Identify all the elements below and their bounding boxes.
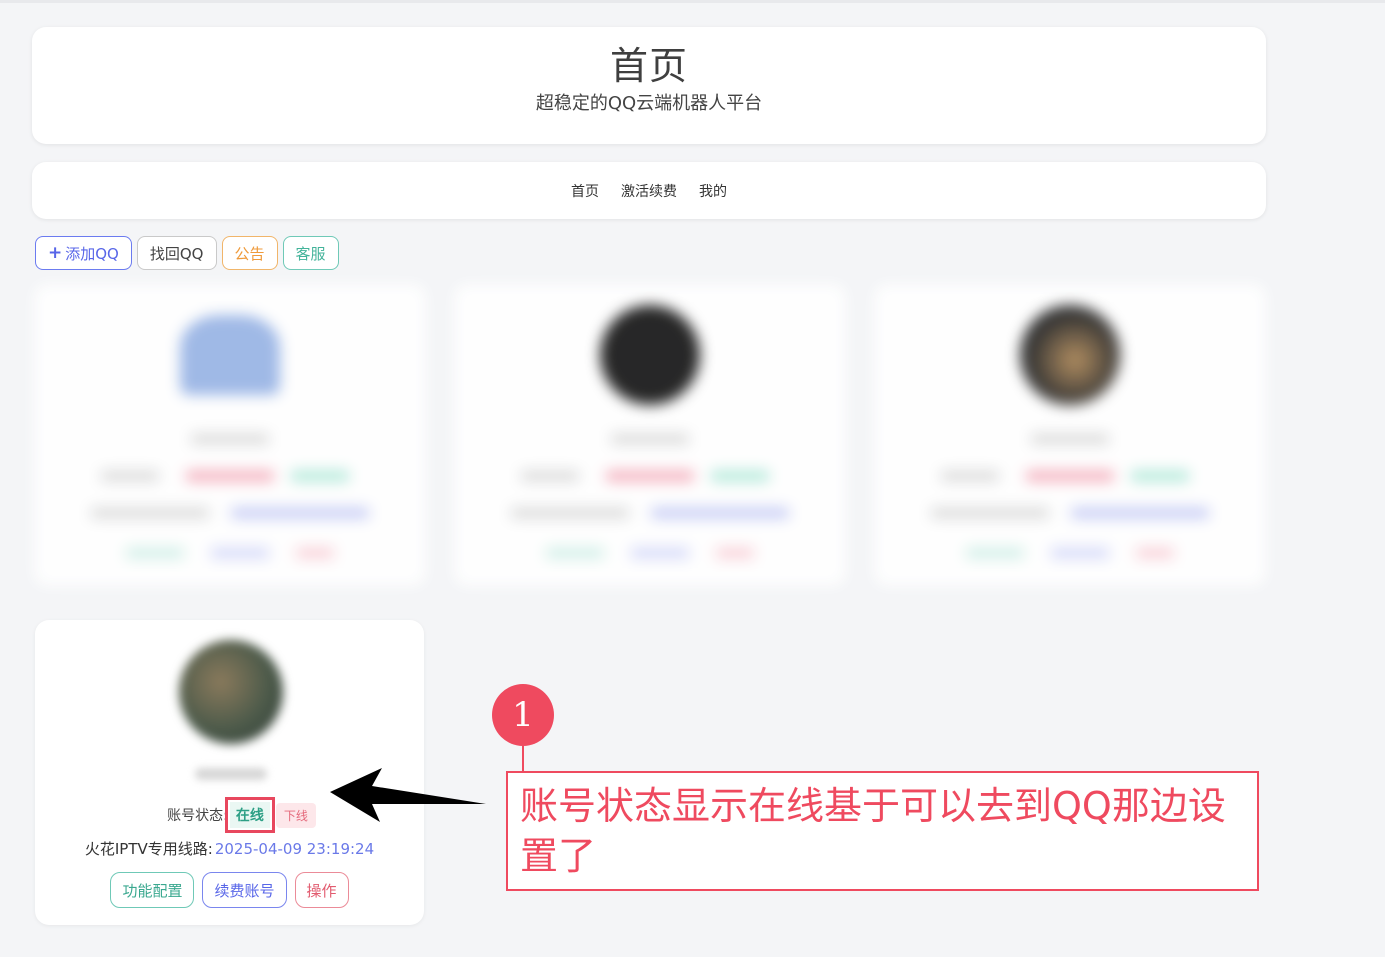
page-subtitle: 超稳定的QQ云端机器人平台 [535,93,763,114]
avatar [1020,305,1120,405]
avatar [180,315,280,395]
blurred-account-card[interactable] [455,285,845,585]
blurred-account-card[interactable] [875,285,1265,585]
customer-service-button[interactable]: 客服 [282,236,339,270]
annotation-number-badge: 1 [492,684,554,746]
annotation-textbox: 账号状态显示在线基于可以去到QQ那边设置了 [506,771,1259,891]
annotation-arrow-icon [330,768,486,822]
nav-item-home[interactable]: 首页 [571,181,599,201]
operate-button[interactable]: 操作 [294,872,349,908]
add-qq-label: 添加QQ [65,244,119,263]
route-label: 火花IPTV专用线路: [84,840,213,858]
toolbar: + 添加QQ 找回QQ 公告 客服 [35,236,339,270]
nav-item-mine[interactable]: 我的 [699,181,727,201]
status-badge-offline: 下线 [275,802,316,828]
route-row: 火花IPTV专用线路: 2025-04-09 23:19:24 [35,838,424,859]
status-label: 账号状态: [167,808,228,824]
expire-date: 2025-04-09 23:19:24 [214,840,375,858]
blurred-account-card[interactable] [35,285,425,585]
status-badge-online: 在线 [224,797,275,833]
add-qq-button[interactable]: + 添加QQ [35,236,132,270]
feature-config-button[interactable]: 功能配置 [110,872,195,908]
header-card: 首页 超稳定的QQ云端机器人平台 [32,27,1266,144]
annotation-connector [522,746,524,772]
notice-button[interactable]: 公告 [221,236,278,270]
nav-bar: 首页 激活续费 我的 [32,162,1266,219]
renew-account-button[interactable]: 续费账号 [202,872,287,908]
avatar [600,305,700,405]
plus-icon: + [48,243,63,263]
avatar [179,640,283,744]
account-name-redacted [195,768,267,780]
page-title: 首页 [609,44,688,88]
nav-item-activate-renew[interactable]: 激活续费 [621,181,677,201]
find-qq-button[interactable]: 找回QQ [136,236,217,270]
top-divider [0,0,1385,3]
account-actions: 功能配置 续费账号 操作 [35,872,424,908]
